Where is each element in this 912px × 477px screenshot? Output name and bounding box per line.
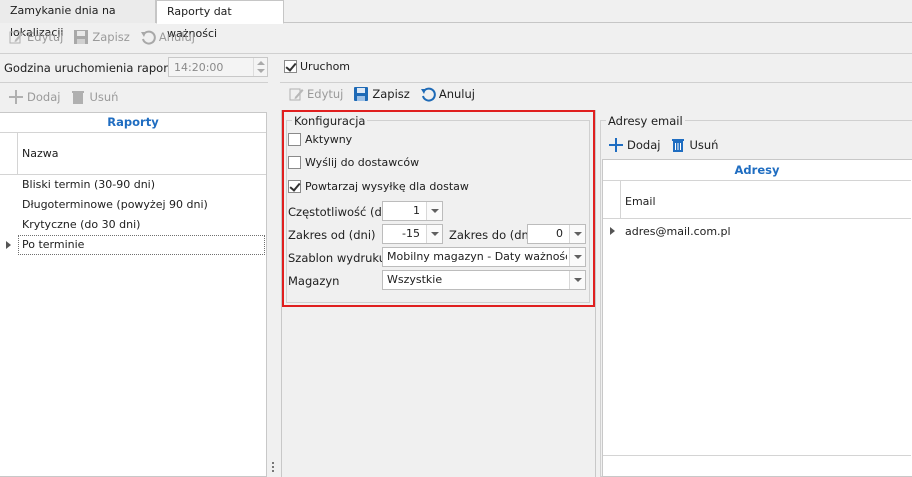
splitter[interactable] [268, 82, 280, 477]
range-to-select[interactable]: 0 [527, 224, 586, 244]
config-save-label: Zapisz [372, 87, 410, 101]
config-edit-label: Edytuj [307, 87, 344, 101]
email-group-title: Adresy email [606, 114, 685, 128]
edit-icon [9, 31, 24, 44]
save-icon [74, 30, 89, 44]
undo-icon [140, 30, 156, 45]
reports-column-header[interactable]: Nazwa [0, 133, 266, 175]
tab-expiry-reports[interactable]: Raporty dat ważności [156, 0, 284, 40]
trash-icon [72, 91, 85, 104]
table-row[interactable]: adres@mail.com.pl [603, 221, 911, 241]
schedule-time-value: 14:20:00 [174, 61, 224, 74]
chevron-down-icon[interactable] [569, 225, 585, 243]
top-toolbar: Edytuj Zapisz Anuluj [8, 29, 195, 45]
schedule-label: Godzina uruchomienia raportów [4, 61, 189, 75]
report-add-label: Dodaj [27, 90, 61, 104]
report-remove-button[interactable]: Usuń [70, 89, 118, 105]
active-checkbox[interactable] [288, 133, 301, 146]
range-from-label: Zakres od (dni) [288, 228, 376, 242]
emails-column-header[interactable]: Email [603, 181, 911, 219]
frequency-value: 1 [413, 204, 420, 217]
top-edit-button[interactable]: Edytuj [8, 29, 63, 45]
report-add-button[interactable]: Dodaj [8, 89, 60, 105]
report-remove-label: Usuń [89, 90, 119, 104]
frequency-label: Częstotliwość (dni) [288, 205, 397, 219]
undo-icon [420, 87, 436, 102]
range-to-label: Zakres do (dni) [449, 228, 537, 242]
range-from-value: -15 [402, 227, 420, 240]
email-add-label: Dodaj [627, 138, 661, 152]
config-title: Konfiguracja [292, 114, 368, 128]
run-label: Uruchom [300, 60, 351, 73]
email-value: adres@mail.com.pl [625, 225, 731, 238]
config-toolbar: Edytuj Zapisz Anuluj [288, 86, 475, 102]
schedule-time-input[interactable]: 14:20:00 [168, 57, 268, 77]
send-suppliers-label: Wyślij do dostawców [305, 156, 420, 169]
grid-footer [603, 455, 911, 456]
config-cancel-button[interactable]: Anuluj [420, 86, 475, 102]
warehouse-label: Magazyn [288, 274, 340, 288]
row-indicator-icon [610, 227, 615, 235]
table-row[interactable]: Krytyczne (do 30 dni) [0, 215, 266, 235]
reports-header: Raporty [0, 113, 266, 133]
config-save-button[interactable]: Zapisz [353, 86, 410, 102]
email-toolbar: Dodaj Usuń [608, 137, 718, 153]
table-row[interactable]: Długoterminowe (powyżej 90 dni) [0, 195, 266, 215]
frequency-select[interactable]: 1 [382, 201, 443, 221]
top-edit-label: Edytuj [27, 30, 64, 44]
config-edit-button[interactable]: Edytuj [288, 86, 343, 102]
email-remove-label: Usuń [689, 138, 719, 152]
table-row[interactable]: Bliski termin (30-90 dni) [0, 175, 266, 195]
table-row[interactable]: Po terminie [0, 235, 266, 255]
range-to-value: 0 [556, 227, 563, 240]
send-suppliers-checkbox-wrap[interactable]: Wyślij do dostawców [288, 156, 419, 169]
repeat-checkbox-wrap[interactable]: Powtarzaj wysyłkę dla dostaw [288, 180, 469, 193]
active-label: Aktywny [305, 133, 353, 146]
chevron-down-icon[interactable] [569, 271, 585, 289]
reports-rows: Bliski termin (30-90 dni) Długoterminowe… [0, 175, 266, 255]
run-checkbox[interactable] [284, 60, 297, 73]
template-value: Mobilny magazyn - Daty ważności (... [387, 250, 567, 263]
chevron-down-icon[interactable] [569, 248, 585, 266]
tab-closing-day[interactable]: Zamykanie dnia na lokalizacji [0, 0, 156, 39]
tab-bar: Zamykanie dnia na lokalizacji Raporty da… [0, 0, 912, 40]
repeat-checkbox[interactable] [288, 180, 301, 193]
warehouse-value: Wszystkie [387, 273, 443, 286]
top-cancel-button[interactable]: Anuluj [140, 29, 195, 45]
chevron-down-icon[interactable] [426, 202, 442, 220]
email-remove-button[interactable]: Usuń [670, 137, 718, 153]
trash-icon [672, 139, 685, 152]
reports-grid: Raporty Nazwa Bliski termin (30-90 dni) … [0, 112, 267, 477]
emails-grid: Adresy Email adres@mail.com.pl [602, 159, 912, 477]
plus-icon [9, 90, 23, 104]
top-save-button[interactable]: Zapisz [73, 29, 130, 45]
config-cancel-label: Anuluj [438, 87, 475, 101]
time-spinner[interactable] [253, 58, 267, 76]
range-from-select[interactable]: -15 [382, 224, 443, 244]
top-save-label: Zapisz [92, 30, 130, 44]
reports-column-name: Nazwa [22, 147, 59, 160]
top-cancel-label: Anuluj [158, 30, 195, 44]
divider [0, 82, 912, 83]
row-indicator-icon [6, 241, 11, 249]
repeat-label: Powtarzaj wysyłkę dla dostaw [305, 180, 469, 193]
active-checkbox-wrap[interactable]: Aktywny [288, 133, 352, 146]
chevron-down-icon[interactable] [426, 225, 442, 243]
divider [0, 53, 912, 54]
save-icon [354, 87, 369, 101]
send-suppliers-checkbox[interactable] [288, 156, 301, 169]
warehouse-select[interactable]: Wszystkie [382, 270, 586, 290]
edit-icon [289, 88, 304, 101]
run-checkbox-wrap[interactable]: Uruchom [284, 60, 350, 73]
template-label: Szablon wydruku [288, 251, 386, 265]
template-select[interactable]: Mobilny magazyn - Daty ważności (... [382, 247, 586, 267]
plus-icon [609, 138, 623, 152]
left-toolbar: Dodaj Usuń [8, 89, 118, 105]
emails-column-name: Email [625, 195, 656, 208]
email-add-button[interactable]: Dodaj [608, 137, 660, 153]
emails-header: Adresy [603, 160, 911, 181]
